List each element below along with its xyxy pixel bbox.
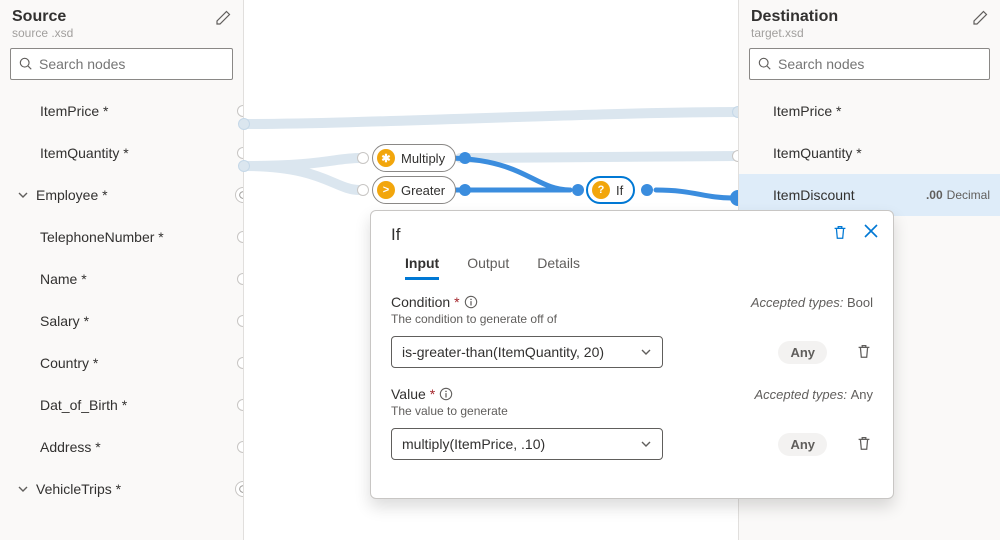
dest-subtitle: target.xsd: [751, 26, 988, 40]
node-greater[interactable]: > Greater: [372, 176, 456, 204]
field-value: Value* Accepted types: Any The value to …: [391, 386, 873, 460]
tree-item-name[interactable]: Name *: [0, 258, 243, 300]
accepted-types: Accepted types: Any: [754, 387, 873, 402]
search-icon: [758, 57, 772, 71]
tree-item-vehicletrips[interactable]: VehicleTrips *: [0, 468, 243, 510]
search-icon: [19, 57, 33, 71]
field-label: Condition*: [391, 294, 478, 310]
refresh-port-icon[interactable]: [235, 187, 243, 203]
port[interactable]: [237, 357, 243, 369]
field-condition: Condition* Accepted types: Bool The cond…: [391, 294, 873, 368]
source-title: Source: [12, 8, 231, 26]
source-header: Source source .xsd: [0, 0, 243, 44]
node-output-port[interactable]: [641, 184, 653, 196]
flyout-title: If: [391, 225, 873, 245]
tree-item-address[interactable]: Address *: [0, 426, 243, 468]
port[interactable]: [237, 147, 243, 159]
canvas-port[interactable]: [238, 160, 250, 172]
tree-item-telephone[interactable]: TelephoneNumber *: [0, 216, 243, 258]
field-label: Value*: [391, 386, 453, 402]
field-description: The value to generate: [391, 404, 873, 418]
source-subtitle: source .xsd: [12, 26, 231, 40]
accepted-types: Accepted types: Bool: [751, 295, 873, 310]
chevron-down-icon: [640, 346, 652, 358]
canvas-port[interactable]: [238, 118, 250, 130]
source-panel: Source source .xsd ItemPrice * ItemQuant…: [0, 0, 244, 540]
node-multiply[interactable]: ✱ Multiply: [372, 144, 456, 172]
port[interactable]: [237, 399, 243, 411]
close-icon[interactable]: [863, 223, 879, 244]
dest-search[interactable]: [749, 48, 990, 80]
delete-icon[interactable]: [855, 434, 873, 455]
info-icon[interactable]: [464, 295, 478, 309]
dest-item-itemprice[interactable]: ItemPrice *: [739, 90, 1000, 132]
tree-item-employee[interactable]: Employee *: [0, 174, 243, 216]
node-details-flyout: If Input Output Details Condition* Accep…: [370, 210, 894, 499]
port[interactable]: [237, 105, 243, 117]
port[interactable]: [237, 231, 243, 243]
field-description: The condition to generate off of: [391, 312, 873, 326]
delete-icon[interactable]: [831, 223, 849, 244]
tree-item-itemprice[interactable]: ItemPrice *: [0, 90, 243, 132]
source-tree: ItemPrice * ItemQuantity * Employee * Te…: [0, 90, 243, 510]
tab-output[interactable]: Output: [467, 255, 509, 280]
node-output-port[interactable]: [459, 152, 471, 164]
info-icon[interactable]: [439, 387, 453, 401]
chevron-down-icon: [18, 484, 30, 494]
type-badge: .00 Decimal: [926, 188, 990, 202]
tree-item-country[interactable]: Country *: [0, 342, 243, 384]
flyout-tabs: Input Output Details: [405, 255, 873, 280]
tree-item-dob[interactable]: Dat_of_Birth *: [0, 384, 243, 426]
dest-tree: ItemPrice * ItemQuantity * ItemDiscount …: [739, 90, 1000, 216]
node-input-port[interactable]: [572, 184, 584, 196]
greater-icon: >: [377, 181, 395, 199]
condition-dropdown[interactable]: is-greater-than(ItemQuantity, 20): [391, 336, 663, 368]
chevron-down-icon: [18, 190, 30, 200]
tab-details[interactable]: Details: [537, 255, 580, 280]
node-input-port[interactable]: [357, 152, 369, 164]
port[interactable]: [237, 315, 243, 327]
dest-header: Destination target.xsd: [739, 0, 1000, 44]
tab-input[interactable]: Input: [405, 255, 439, 280]
node-output-port[interactable]: [459, 184, 471, 196]
delete-icon[interactable]: [855, 342, 873, 363]
multiply-icon: ✱: [377, 149, 395, 167]
value-dropdown[interactable]: multiply(ItemPrice, .10): [391, 428, 663, 460]
if-icon: ?: [592, 181, 610, 199]
source-search[interactable]: [10, 48, 233, 80]
edit-icon[interactable]: [215, 10, 231, 26]
port[interactable]: [237, 441, 243, 453]
dest-item-itemquantity[interactable]: ItemQuantity *: [739, 132, 1000, 174]
node-input-port[interactable]: [357, 184, 369, 196]
type-pill: Any: [778, 341, 827, 364]
dest-search-input[interactable]: [778, 56, 981, 72]
tree-item-itemquantity[interactable]: ItemQuantity *: [0, 132, 243, 174]
port[interactable]: [237, 273, 243, 285]
source-search-input[interactable]: [39, 56, 224, 72]
refresh-port-icon[interactable]: [235, 481, 243, 497]
dest-title: Destination: [751, 8, 988, 26]
node-if[interactable]: ? If: [586, 176, 635, 204]
tree-item-salary[interactable]: Salary *: [0, 300, 243, 342]
chevron-down-icon: [640, 438, 652, 450]
edit-icon[interactable]: [972, 10, 988, 26]
type-pill: Any: [778, 433, 827, 456]
